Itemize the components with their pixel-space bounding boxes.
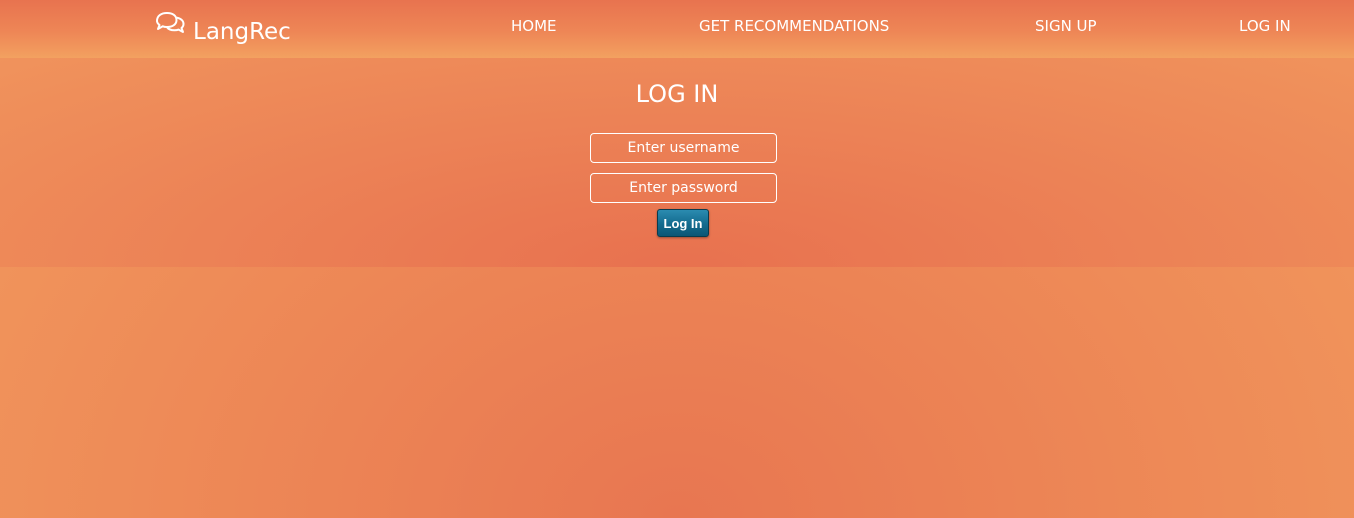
nav-log-in-link[interactable]: LOG IN — [1239, 17, 1291, 35]
nav-home-link[interactable]: HOME — [511, 17, 557, 35]
chat-bubbles-icon — [154, 10, 186, 36]
nav-sign-up-link[interactable]: SIGN UP — [1035, 17, 1097, 35]
username-input[interactable] — [590, 133, 777, 163]
nav-get-recommendations-link[interactable]: GET RECOMMENDATIONS — [699, 17, 889, 35]
login-section: LOG IN Log In — [0, 58, 1354, 267]
log-in-button[interactable]: Log In — [657, 209, 709, 237]
top-navbar: LangRec HOME GET RECOMMENDATIONS SIGN UP… — [0, 0, 1354, 58]
brand-logo-link[interactable]: LangRec — [154, 10, 291, 45]
brand-name: LangRec — [193, 19, 291, 45]
page-title: LOG IN — [635, 80, 719, 108]
password-input[interactable] — [590, 173, 777, 203]
